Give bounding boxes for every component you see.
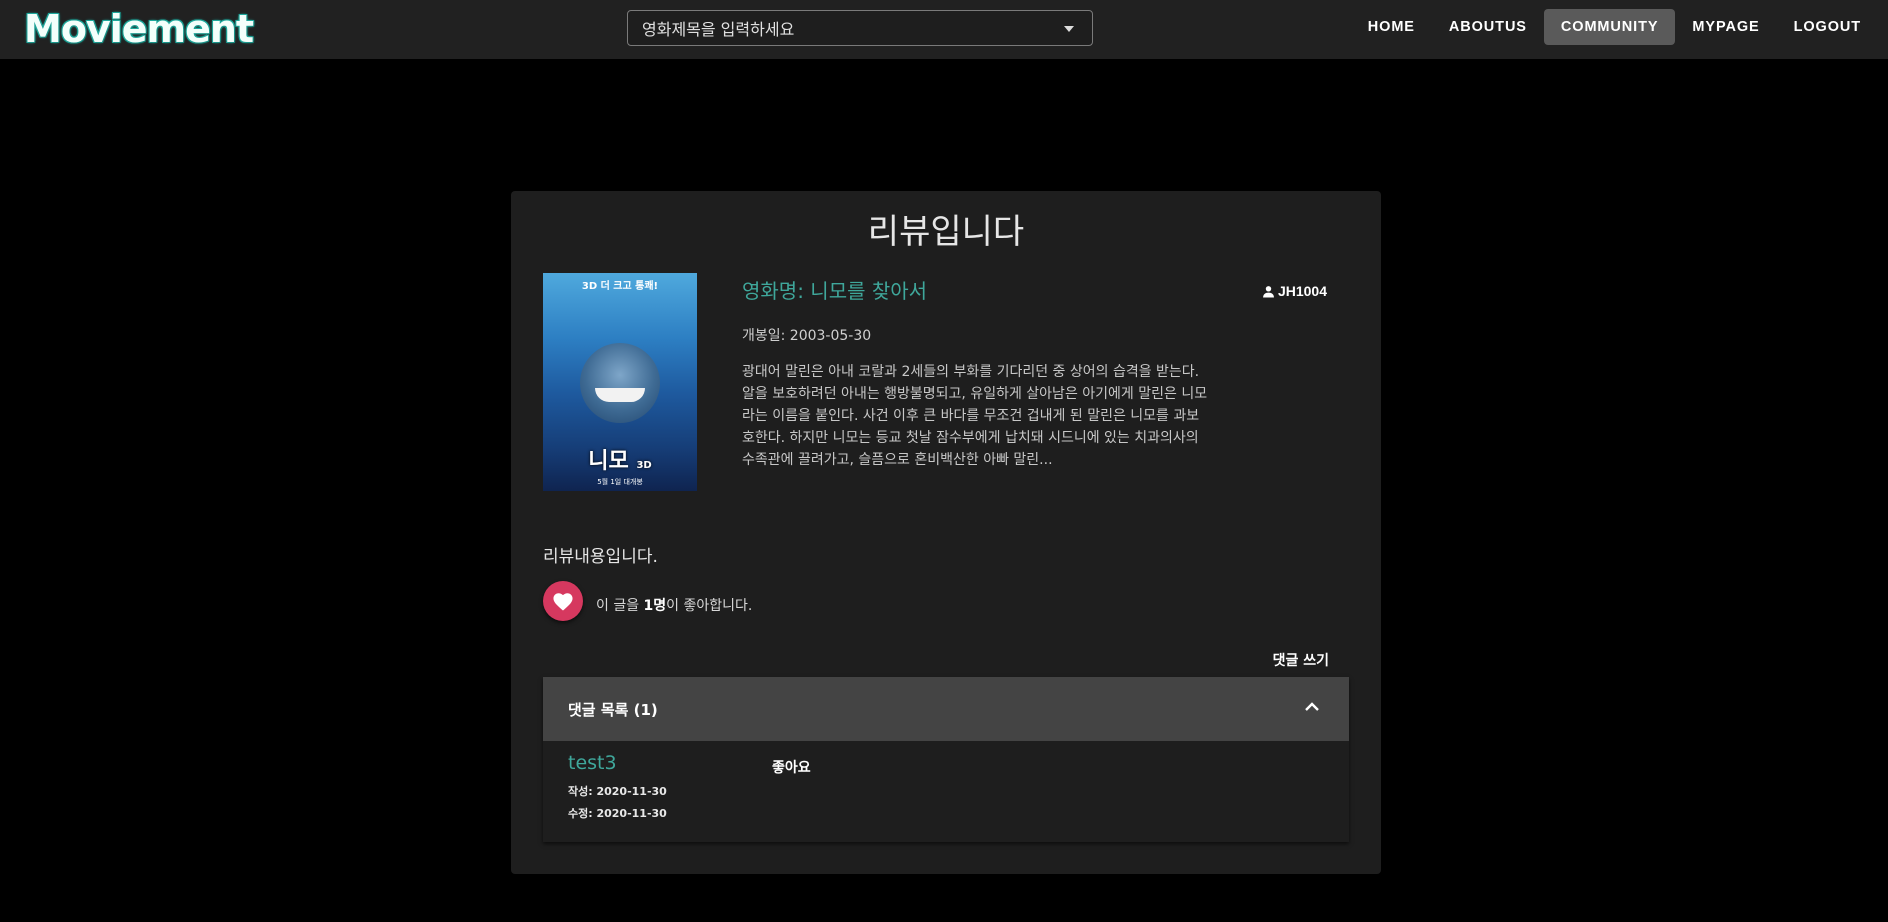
poster-shark-teeth [595,388,645,402]
like-count: 1명 [643,598,667,614]
search-input[interactable] [640,11,1044,47]
dropdown-arrow-icon[interactable] [1064,26,1074,32]
main-nav: HOME ABOUTUS COMMUNITY MYPAGE LOGOUT [1351,9,1878,45]
nav-aboutus[interactable]: ABOUTUS [1432,9,1544,45]
poster-3d-label: 3D [636,460,652,471]
comment-text: 좋아요 [772,760,811,776]
comment-panel: 댓글 목록 (1) test3 작성: 2020-11-30 수정: 2020-… [543,677,1349,842]
movie-synopsis: 광대어 말린은 아내 코랄과 2세들의 부화를 기다리던 중 상어의 습격을 받… [742,364,1208,468]
movie-poster: 3D 더 크고 통쾌! 니모 3D 5월 1일 대개봉 [543,273,697,491]
nav-mypage[interactable]: MYPAGE [1675,9,1776,45]
poster-title: 니모 3D [543,443,697,475]
person-icon [1263,285,1274,297]
review-content: 리뷰내용입니다. [543,547,658,567]
author-name: JH1004 [1277,283,1327,299]
movie-search-select[interactable] [627,10,1093,47]
movie-name[interactable]: 영화명: 니모를 찾아서 [742,277,927,305]
chevron-up-icon[interactable] [1305,702,1319,711]
poster-shark-image [580,343,660,423]
poster-release-text: 5월 1일 대개봉 [597,478,643,486]
like-count-text: 이 글을 1명이 좋아합니다. [596,595,752,615]
comment-list-header[interactable]: 댓글 목록 (1) [543,677,1349,741]
app-bar: Moviement HOME ABOUTUS COMMUNITY MYPAGE … [0,0,1888,59]
review-card: 리뷰입니다 3D 더 크고 통쾌! 니모 3D 5월 1일 대개봉 영화명: 니… [511,191,1381,874]
nav-logout[interactable]: LOGOUT [1777,9,1878,45]
review-author: JH1004 [1262,283,1327,299]
comment-created-date: 작성: 2020-11-30 [568,785,667,798]
like-prefix: 이 글을 [596,598,644,614]
release-date: 개봉일: 2003-05-30 [742,328,872,344]
heart-icon [553,593,573,611]
nav-community[interactable]: COMMUNITY [1543,9,1676,45]
comment-author[interactable]: test3 [568,752,617,774]
poster-tagline: 3D 더 크고 통쾌! [581,281,659,292]
like-button[interactable] [543,581,583,621]
comment-list-title: 댓글 목록 (1) [568,701,658,719]
comment-modified-date: 수정: 2020-11-30 [568,807,667,820]
write-comment-button[interactable]: 댓글 쓰기 [1273,650,1329,670]
like-suffix: 이 좋아합니다. [666,598,753,614]
poster-title-text: 니모 [588,449,629,474]
app-logo[interactable]: Moviement [24,6,254,52]
review-title: 리뷰입니다 [867,212,1025,252]
nav-home[interactable]: HOME [1351,9,1432,45]
